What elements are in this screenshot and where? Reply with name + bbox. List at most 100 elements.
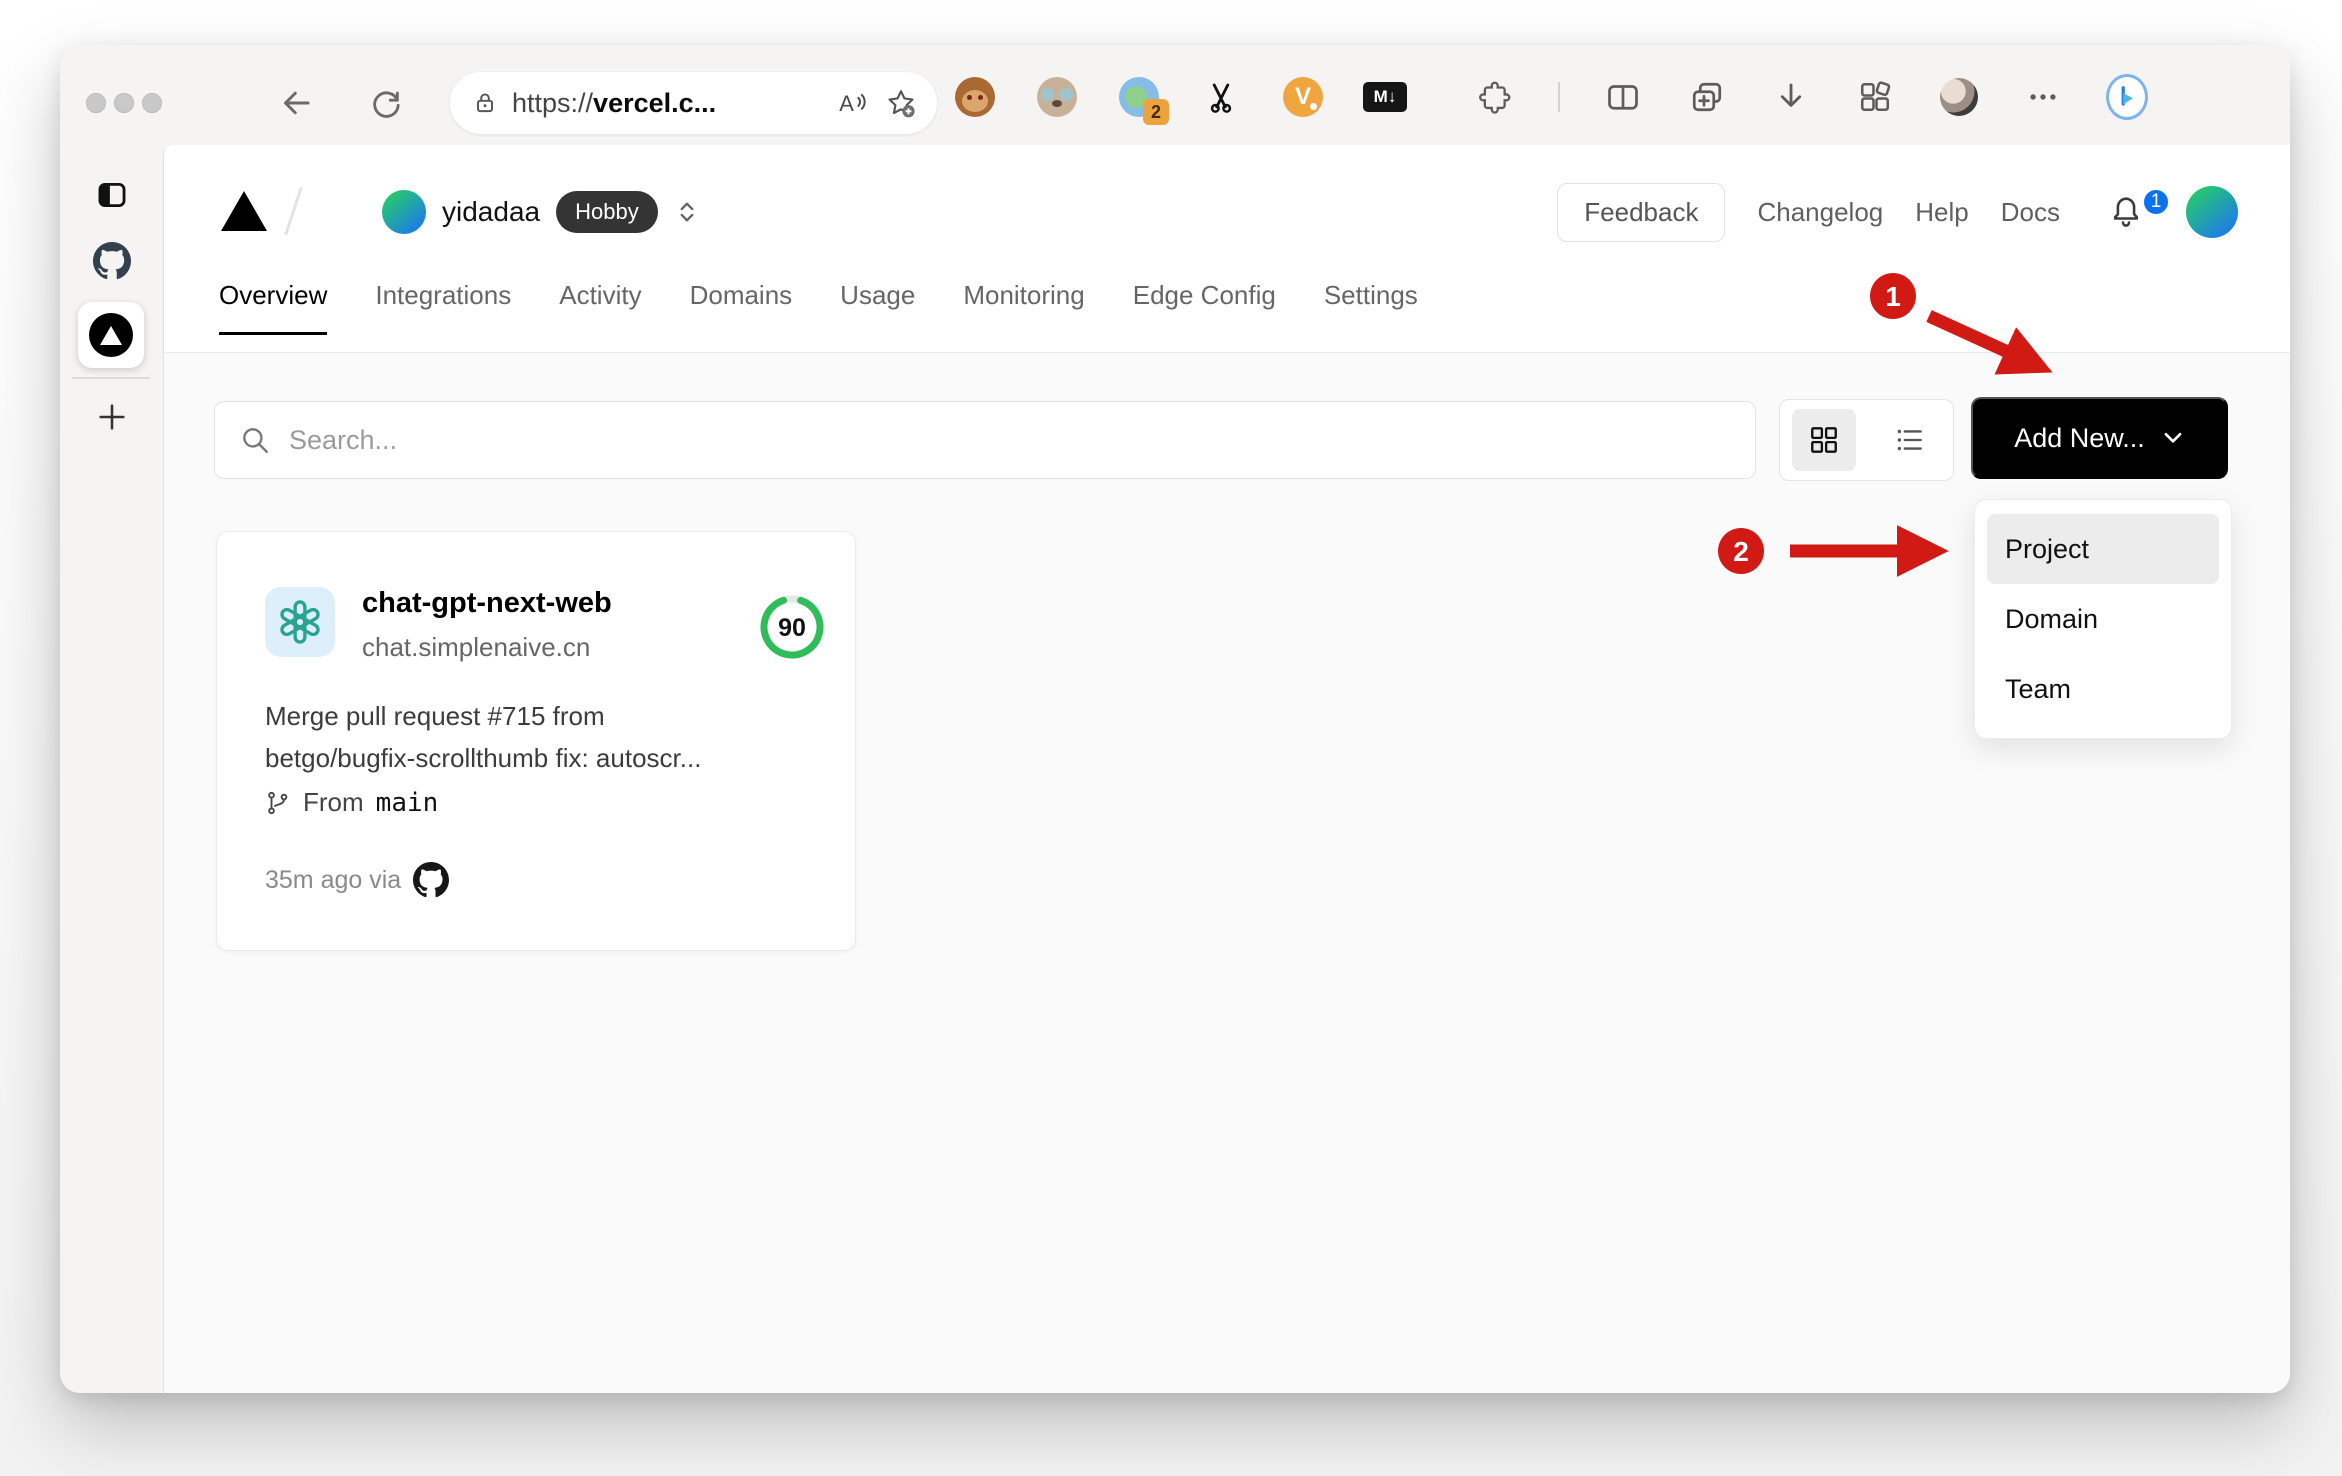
help-link[interactable]: Help [1915, 197, 1968, 228]
menu-item-domain[interactable]: Domain [1987, 584, 2219, 654]
bing-chat-icon[interactable] [2106, 74, 2148, 120]
view-toggle [1779, 399, 1954, 481]
plan-badge: Hobby [556, 191, 658, 233]
web-content: yidadaa Hobby Feedback Changelog Help Do… [163, 145, 2290, 1393]
add-new-label: Add New... [2014, 422, 2145, 453]
selector-chevrons-icon [680, 202, 694, 222]
svg-text:A: A [839, 91, 854, 116]
team-selector[interactable]: yidadaa Hobby [382, 183, 700, 241]
tab-integrations[interactable]: Integrations [375, 280, 511, 332]
grid-icon [1811, 427, 1837, 453]
sidebar-panel-icon [98, 182, 125, 208]
openai-logo [265, 587, 335, 657]
feedback-button[interactable]: Feedback [1557, 182, 1726, 242]
vercel-header: yidadaa Hobby Feedback Changelog Help Do… [164, 145, 2290, 280]
split-screen-icon[interactable] [1602, 76, 1644, 118]
extensions-puzzle-icon[interactable] [1474, 76, 1516, 118]
commit-message: Merge pull request #715 from betgo/bugfi… [265, 701, 702, 773]
workspaces-icon[interactable] [1854, 76, 1896, 118]
vertical-tab-sidebar [60, 145, 163, 1393]
changelog-link[interactable]: Changelog [1757, 197, 1883, 228]
branch-label: From [303, 787, 364, 817]
notification-count-badge: 1 [2142, 188, 2170, 216]
project-tabs: Overview Integrations Activity Domains U… [219, 280, 1418, 352]
tab-edge-config[interactable]: Edge Config [1133, 280, 1276, 332]
team-name: yidadaa [442, 196, 541, 227]
sidebar-toggle-button[interactable] [60, 178, 163, 212]
github-icon [92, 242, 131, 280]
tab-settings[interactable]: Settings [1324, 280, 1418, 332]
new-tab-button[interactable] [60, 400, 163, 434]
vercel-favicon [89, 313, 133, 357]
lock-icon [476, 93, 494, 113]
docs-link[interactable]: Docs [2001, 197, 2060, 228]
refresh-icon [373, 91, 400, 118]
minimize-window-button[interactable] [114, 93, 134, 113]
sloth-ext-icon[interactable] [1035, 75, 1079, 119]
tab-github[interactable] [60, 242, 163, 280]
chevron-down-icon [2164, 432, 2182, 443]
branch-name: main [375, 787, 439, 818]
score-value: 90 [778, 614, 806, 642]
branch-row: From main [265, 787, 438, 818]
list-view-button[interactable] [1877, 409, 1941, 471]
circles-ext-icon[interactable]: 2 [1117, 75, 1169, 125]
scissors-ext-icon[interactable] [1199, 75, 1243, 119]
monkey-ext-icon[interactable] [953, 75, 997, 119]
tab-usage[interactable]: Usage [840, 280, 915, 332]
search-box [214, 401, 1756, 479]
search-input[interactable] [289, 424, 1689, 456]
grid-view-button[interactable] [1792, 409, 1856, 471]
list-icon [1897, 429, 1922, 451]
menu-item-team[interactable]: Team [1987, 654, 2219, 724]
team-avatar [382, 190, 426, 234]
tab-monitoring[interactable]: Monitoring [963, 280, 1084, 332]
search-icon [243, 428, 268, 453]
git-branch-icon [268, 791, 288, 814]
tab-domains[interactable]: Domains [690, 280, 793, 332]
address-bar[interactable]: https://vercel.c... A [450, 72, 937, 134]
toolbar-separator [1558, 82, 1560, 112]
score-ring: 90 [760, 595, 824, 659]
menu-item-project[interactable]: Project [1987, 514, 2219, 584]
tab-vercel-active[interactable] [78, 302, 144, 368]
collections-icon[interactable] [1686, 76, 1728, 118]
project-name[interactable]: chat-gpt-next-web [362, 587, 612, 620]
user-avatar[interactable] [2186, 186, 2238, 238]
bell-icon [2113, 197, 2139, 227]
zoom-window-button[interactable] [142, 93, 162, 113]
add-favorite-icon[interactable] [885, 87, 917, 119]
extension-row: 2 V M↓ [953, 73, 1407, 125]
browser-profile-avatar[interactable] [1938, 76, 1980, 118]
downloads-icon[interactable] [1770, 76, 1812, 118]
tab-activity[interactable]: Activity [559, 280, 641, 332]
more-menu-icon[interactable] [2022, 76, 2064, 118]
sidebar-divider [72, 377, 150, 379]
desktop: https://vercel.c... A 2 V M↓ yidadaa Hob… [0, 0, 2342, 1476]
breadcrumb-slash [284, 186, 303, 236]
deployment-meta: 35m ago via [265, 862, 450, 898]
notifications-button[interactable]: 1 [2108, 188, 2170, 232]
browser-toolbar: https://vercel.c... A 2 V M↓ [60, 45, 2290, 145]
add-new-button[interactable]: Add New... [1971, 397, 2228, 479]
v-ext-icon[interactable]: V [1281, 75, 1325, 119]
add-new-dropdown: Project Domain Team [1974, 499, 2232, 739]
read-aloud-icon[interactable]: A [837, 88, 867, 118]
project-domain[interactable]: chat.simplenaive.cn [362, 632, 590, 663]
markdown-ext-icon[interactable]: M↓ [1363, 75, 1407, 119]
vercel-logo[interactable] [221, 191, 267, 231]
toolbar-right [1474, 71, 2148, 123]
extension-badge: 2 [1143, 99, 1169, 125]
back-arrow-icon [284, 91, 310, 115]
close-window-button[interactable] [86, 93, 106, 113]
dashboard-body: Add New... Project Domain Team [164, 352, 2290, 1393]
plus-icon [98, 404, 125, 430]
browser-window: https://vercel.c... A 2 V M↓ yidadaa Hob… [60, 45, 2290, 1393]
url-text: https://vercel.c... [512, 87, 717, 118]
refresh-button[interactable] [366, 83, 406, 123]
back-button[interactable] [276, 83, 316, 123]
github-source-icon [413, 862, 450, 898]
tab-overview[interactable]: Overview [219, 280, 328, 335]
project-card[interactable]: chat-gpt-next-web chat.simplenaive.cn 90… [216, 531, 856, 951]
header-actions: Feedback Changelog Help Docs 1 [1557, 181, 2238, 243]
